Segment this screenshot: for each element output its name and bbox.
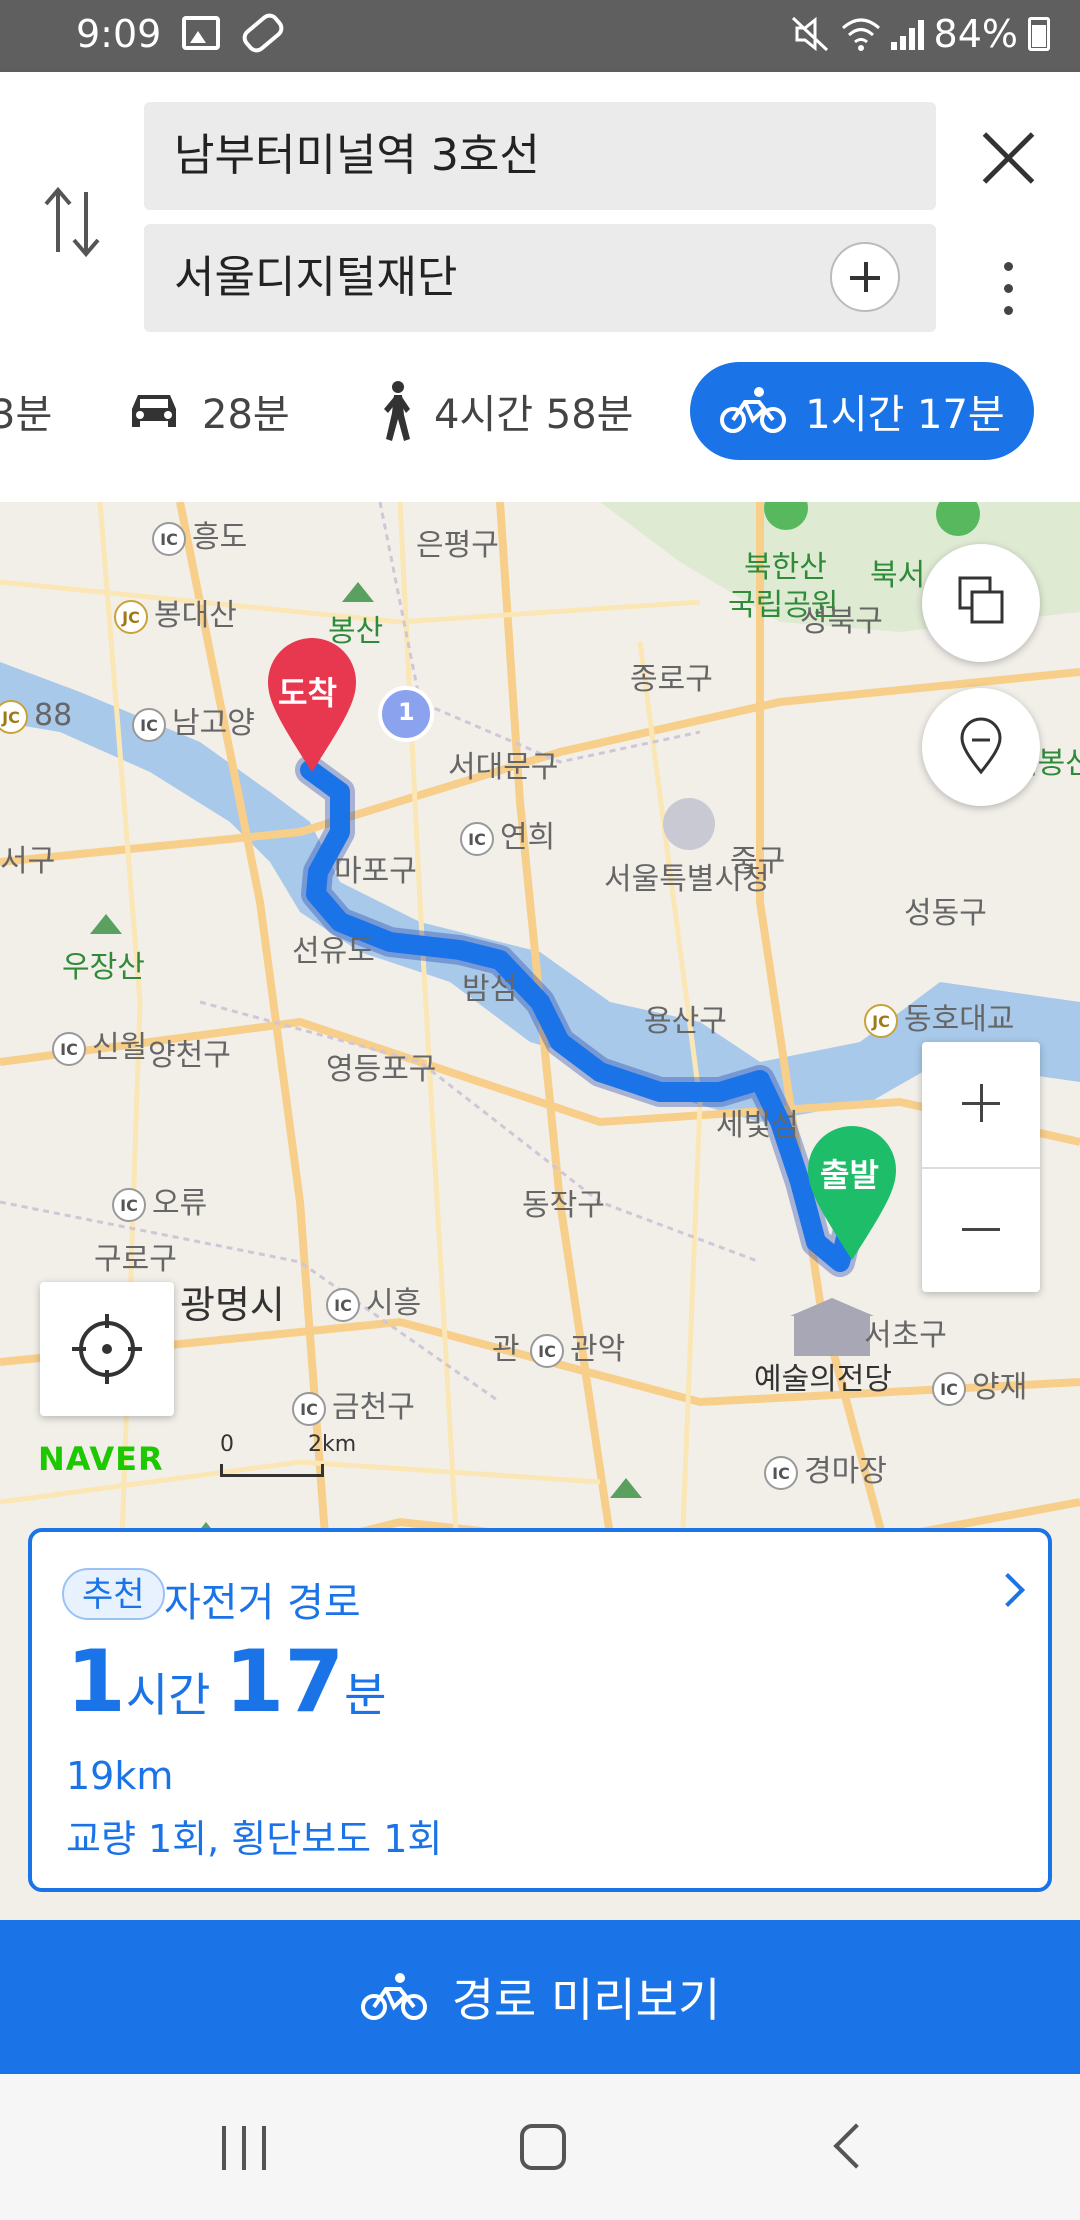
system-nav-bar [0, 2074, 1080, 2220]
map-scale: 0 2km [220, 1432, 356, 1477]
gallery-icon [182, 16, 220, 50]
route-duration: 1시간 17분 [66, 1632, 401, 1732]
map-label-siheung: IC 시흥 [326, 1278, 421, 1322]
add-waypoint-button[interactable] [830, 242, 900, 312]
home-icon[interactable] [520, 2124, 566, 2170]
mode-bike-tab[interactable]: 1시간 17분 [690, 362, 1034, 460]
mode-transit-tab[interactable]: 3분 [0, 362, 52, 460]
map-label-seonyudo: 선유도 [292, 934, 375, 969]
map-label-mapo: 마포구 [334, 854, 417, 889]
location-pin-icon [960, 717, 1002, 775]
zoom-out-button[interactable] [922, 1168, 1040, 1292]
map-label-yeonhui: IC 연희 [460, 812, 555, 856]
origin-pin[interactable]: 출발 [820, 1150, 879, 1196]
map-label-seongdong: 성동구 [904, 896, 987, 931]
map-label-yangjae: IC 양재 [932, 1362, 1027, 1406]
car-icon [132, 395, 176, 427]
zoom-controls [922, 1042, 1040, 1292]
route-summary-card[interactable]: 추천 자전거 경로 1시간 17분 19km 교량 1회, 횡단보도 1회 [28, 1528, 1052, 1892]
map-label-gangseo: 서구 [0, 844, 56, 879]
bicycle-icon [720, 387, 787, 433]
signal-icon [890, 18, 924, 50]
zoom-in-button[interactable] [922, 1042, 1040, 1166]
map-label-sinwol: IC 신월 [52, 1022, 147, 1066]
scale-zero: 0 [220, 1432, 234, 1457]
naver-logo: NAVER [38, 1440, 164, 1478]
wifi-icon [841, 18, 880, 51]
map-label-ujangsan: 우장산 [62, 950, 145, 985]
map-label-yeongdeungpo: 영등포구 [326, 1052, 437, 1087]
map-label-gwangmyeong: 광명시 [180, 1283, 285, 1327]
map-label-seongbuk: 성북구 [800, 604, 883, 639]
swap-direction-icon[interactable] [40, 182, 104, 262]
duration-hours: 1 [66, 1632, 126, 1732]
bandage-icon [238, 9, 288, 57]
map-label-eunpyeong: 은평구 [416, 528, 499, 563]
back-icon[interactable] [833, 2123, 879, 2169]
mode-walk-tab[interactable]: 4시간 58분 [376, 362, 633, 460]
origin-input[interactable]: 남부터미널역 3호선 [144, 102, 936, 210]
status-time: 9:09 [76, 12, 162, 56]
destination-input[interactable]: 서울디지털재단 [144, 224, 936, 332]
map-label-arts-center: 예술의전당 [754, 1362, 892, 1397]
map-label-dongjak: 동작구 [522, 1188, 605, 1223]
scale-distance: 2km [308, 1432, 357, 1457]
map-label-seocho: 서초구 [864, 1318, 947, 1353]
chevron-right-icon[interactable] [991, 1573, 1025, 1607]
recommended-badge: 추천 [62, 1568, 165, 1620]
map-label-gwanak: IC 관악 [530, 1324, 625, 1368]
map-label-bamseom: 밤섬 [462, 972, 518, 1007]
close-icon[interactable] [978, 128, 1038, 188]
mode-bike-time: 1시간 17분 [805, 392, 1005, 438]
mode-walk-time: 4시간 58분 [434, 392, 634, 438]
duration-hours-unit: 시간 [125, 1668, 211, 1722]
map-label-jc88: JC 88 [0, 698, 72, 734]
duration-minutes: 17 [224, 1632, 345, 1732]
map-label-jongno: 종로구 [630, 662, 713, 697]
map-label-bukseo: 북서 [870, 558, 926, 593]
route-1-marker: 1 [398, 698, 415, 726]
map-label-yangcheon: 양천구 [148, 1038, 231, 1073]
mode-car-time: 28분 [202, 392, 290, 438]
bicycle-icon [360, 1973, 427, 2020]
route-distance: 19km [66, 1754, 174, 1798]
map-label-hongdo: IC 흥도 [152, 512, 247, 556]
map-label-oryu: IC 오류 [112, 1178, 207, 1222]
map-label-donghodaegyo: JC 동호대교 [864, 994, 1014, 1038]
battery-percent: 84% [933, 12, 1018, 56]
mode-transit-time: 3분 [0, 392, 53, 438]
map-label-bongdaesan: JC 봉대산 [114, 590, 237, 634]
destination-pin[interactable]: 도착 [278, 668, 337, 714]
map-label-gyeongmajang: IC 경마장 [764, 1446, 887, 1490]
route-preview-button[interactable]: 경로 미리보기 [0, 1920, 1080, 2074]
more-options-icon[interactable] [998, 262, 1018, 322]
map-label-geumcheon: IC 금천구 [292, 1382, 415, 1426]
recents-icon[interactable] [222, 2126, 266, 2170]
route-preview-label: 경로 미리보기 [451, 1973, 721, 2027]
map-label-guro: 구로구 [94, 1242, 177, 1277]
current-location-button[interactable] [40, 1282, 174, 1416]
duration-minutes-unit: 분 [344, 1668, 387, 1722]
map-label-seodaemun: 서대문구 [448, 750, 559, 785]
status-bar: 9:09 84% [0, 0, 1080, 72]
map-layer-button[interactable] [922, 544, 1040, 662]
route-details: 교량 1회, 횡단보도 1회 [66, 1817, 443, 1861]
map-label-bongsan: 봉산 [328, 614, 384, 649]
map-label-sebitseom: 세빛섬 [716, 1108, 799, 1143]
route-type: 자전거 경로 [164, 1580, 361, 1626]
layers-icon [958, 576, 1004, 624]
map-label-jung: 중구 [730, 844, 786, 879]
mute-icon [791, 16, 828, 52]
crosshair-icon [72, 1314, 142, 1384]
destination-text: 서울디지털재단 [174, 252, 458, 303]
map-label-yongsan: 용산구 [644, 1004, 727, 1039]
map-location-pin-button[interactable] [922, 688, 1040, 806]
mode-car-tab[interactable]: 28분 [124, 362, 290, 460]
route-search-panel: 남부터미널역 3호선 서울디지털재단 3분 28분 4시간 58분 1시간 17… [0, 72, 1080, 502]
battery-icon [1028, 17, 1050, 51]
map-label-gwan: 관 [492, 1332, 520, 1367]
walk-icon [384, 381, 410, 441]
map-label-namgoyang: IC 남고양 [132, 698, 255, 742]
